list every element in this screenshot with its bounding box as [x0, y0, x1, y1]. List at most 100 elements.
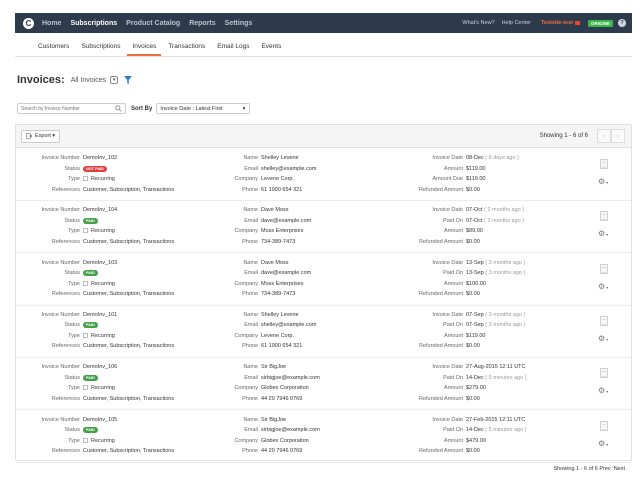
- field-label: References: [51, 395, 80, 402]
- prev-page-button[interactable]: ‹: [597, 129, 611, 143]
- filter-icon[interactable]: [124, 76, 133, 84]
- invoice-row[interactable]: Invoice Number DemoInv_106 Status PAID Type R…: [16, 358, 631, 411]
- invoice-number-field: Invoice Number DemoInv_101: [31, 310, 117, 321]
- field-label: Paid On: [443, 270, 463, 277]
- chargebee-logo-icon[interactable]: C: [23, 17, 34, 29]
- invoice-row[interactable]: Invoice Number DemoInv_104 Status PAID Type R…: [16, 201, 631, 254]
- refunded-amount: $0.00: [466, 186, 480, 193]
- customer-company-field: Company Globex Corporation: [199, 383, 308, 394]
- chevron-down-icon[interactable]: ▾: [110, 76, 119, 84]
- invoice-number-link[interactable]: DemoInv_104: [83, 205, 117, 216]
- references-value[interactable]: Customer, Subscription, Transactions: [83, 237, 174, 248]
- view-filter-label[interactable]: All Invoices: [71, 77, 106, 84]
- field-label: Company: [234, 437, 258, 444]
- invoice-row[interactable]: Invoice Number DemoInv_101 Status PAID Type R…: [16, 306, 631, 358]
- whats-new-link[interactable]: What's New?: [462, 20, 494, 26]
- export-button[interactable]: Export ▾: [21, 129, 61, 143]
- refunded-amount-field: Refunded Amount $0.00: [402, 237, 480, 248]
- customer-phone-field: Phone 44 20 7946 0769: [199, 446, 302, 457]
- invoice-row[interactable]: Invoice Number DemoInv_102 Status NOT PAID T…: [16, 149, 631, 201]
- field-label: Amount: [444, 165, 463, 172]
- references-field: References Customer, Subscription, Transa…: [31, 446, 174, 457]
- pdf-document-icon[interactable]: [600, 263, 608, 274]
- pdf-document-icon[interactable]: [600, 420, 608, 431]
- invoice-row[interactable]: Invoice Number DemoInv_103 Status PAID Type R…: [16, 254, 631, 306]
- row-actions-gear-icon[interactable]: ⚙▾: [598, 334, 608, 343]
- footer-next-link[interactable]: Next: [614, 466, 625, 472]
- field-label: Paid On: [443, 374, 463, 381]
- refunded-amount: $0.00: [466, 343, 480, 350]
- field-label: Email: [244, 374, 258, 381]
- site-flag-icon: [574, 21, 580, 25]
- site-switcher[interactable]: Testsite-test: [541, 20, 580, 26]
- footer-prev-link[interactable]: Prev: [599, 466, 610, 472]
- tab-invoices[interactable]: Invoices: [127, 43, 162, 56]
- references-value[interactable]: Customer, Subscription, Transactions: [83, 446, 174, 457]
- pdf-document-icon[interactable]: [600, 315, 608, 326]
- invoice-number-link[interactable]: DemoInv_106: [83, 362, 117, 373]
- customer-phone: 44 20 7946 0769: [261, 395, 303, 402]
- invoice-number-link[interactable]: DemoInv_105: [83, 415, 117, 426]
- invoice-date-field: Invoice Date 27-Feb-2015 12:11 UTC: [402, 415, 525, 426]
- invoice-number-field: Invoice Number DemoInv_104: [31, 205, 117, 216]
- customer-name: Dave Moss: [261, 207, 289, 214]
- customer-email: sirbigjoe@example.com: [261, 427, 320, 433]
- row-actions-gear-icon[interactable]: ⚙▾: [598, 386, 608, 395]
- invoice-number-link[interactable]: DemoInv_102: [83, 153, 117, 164]
- pdf-document-icon[interactable]: [600, 368, 608, 379]
- recurring-checkbox-icon: [83, 332, 88, 338]
- tab-subscriptions[interactable]: Subscriptions: [76, 43, 125, 56]
- row-actions-gear-icon[interactable]: ⚙▾: [598, 177, 608, 186]
- customer-email: dave@example.com: [261, 270, 312, 277]
- invoice-date-field: Invoice Date 08-Dec ( 6 days ago ): [402, 153, 518, 164]
- search-input[interactable]: [18, 105, 113, 112]
- refunded-amount: $0.00: [466, 395, 480, 402]
- search-icon[interactable]: [115, 105, 122, 112]
- type-value: Recurring: [91, 176, 115, 182]
- field-label: Phone: [242, 448, 258, 454]
- detail-value: 07-Sep: [466, 322, 484, 329]
- tab-customers[interactable]: Customers: [33, 43, 74, 56]
- field-label: Status: [64, 374, 80, 381]
- nav-settings[interactable]: Settings: [225, 20, 253, 27]
- row-actions-gear-icon[interactable]: ⚙▾: [598, 282, 608, 291]
- field-label: Email: [244, 427, 258, 433]
- environment-badge: ORIGINE: [587, 19, 613, 27]
- customer-name: Sir BigJoe: [261, 364, 287, 371]
- sort-select[interactable]: Invoice Date : Latest First ▾: [156, 103, 251, 114]
- invoice-number-link[interactable]: DemoInv_103: [83, 258, 117, 269]
- field-label: Status: [64, 427, 80, 433]
- pdf-document-icon[interactable]: [600, 159, 608, 169]
- invoice-number-field: Invoice Number DemoInv_102: [31, 153, 117, 164]
- references-value[interactable]: Customer, Subscription, Transactions: [83, 185, 174, 196]
- references-value[interactable]: Customer, Subscription, Transactions: [83, 289, 174, 300]
- nav-subscriptions[interactable]: Subscriptions: [70, 20, 117, 27]
- customer-name-field: Name Sir BigJoe: [199, 362, 286, 373]
- nav-reports[interactable]: Reports: [189, 20, 215, 27]
- references-field: References Customer, Subscription, Transa…: [31, 341, 174, 352]
- invoice-number-link[interactable]: DemoInv_101: [83, 310, 117, 321]
- pdf-document-icon[interactable]: [600, 211, 608, 222]
- references-value[interactable]: Customer, Subscription, Transactions: [83, 394, 174, 405]
- detail-value: 14-Dec: [466, 427, 484, 433]
- status-field: Status NOT PAID: [31, 164, 107, 175]
- next-page-button[interactable]: ›: [611, 129, 625, 143]
- field-label: Refunded Amount: [418, 291, 463, 298]
- customer-name-field: Name Dave Moss: [199, 205, 289, 216]
- tab-transactions[interactable]: Transactions: [163, 43, 210, 56]
- references-value[interactable]: Customer, Subscription, Transactions: [83, 341, 174, 352]
- tab-email-logs[interactable]: Email Logs: [212, 43, 254, 56]
- nav-home[interactable]: Home: [42, 20, 61, 27]
- invoice-date-field: Invoice Date 27-Aug-2015 12:11 UTC: [402, 362, 525, 373]
- customer-email: shelley@example.com: [261, 322, 317, 329]
- help-icon[interactable]: ?: [618, 19, 626, 27]
- invoice-row[interactable]: Invoice Number DemoInv_105 Status PAID Type R…: [16, 411, 631, 463]
- field-label: Name: [243, 416, 258, 423]
- field-label: Company: [234, 228, 258, 235]
- row-actions-gear-icon[interactable]: ⚙▾: [598, 439, 608, 448]
- help-center-link[interactable]: Help Center: [502, 20, 531, 26]
- invoice-date: 27-Feb-2015 12:11 UTC: [466, 416, 526, 423]
- tab-events[interactable]: Events: [256, 43, 286, 56]
- nav-product-catalog[interactable]: Product Catalog: [126, 20, 180, 27]
- row-actions-gear-icon[interactable]: ⚙▾: [598, 229, 608, 238]
